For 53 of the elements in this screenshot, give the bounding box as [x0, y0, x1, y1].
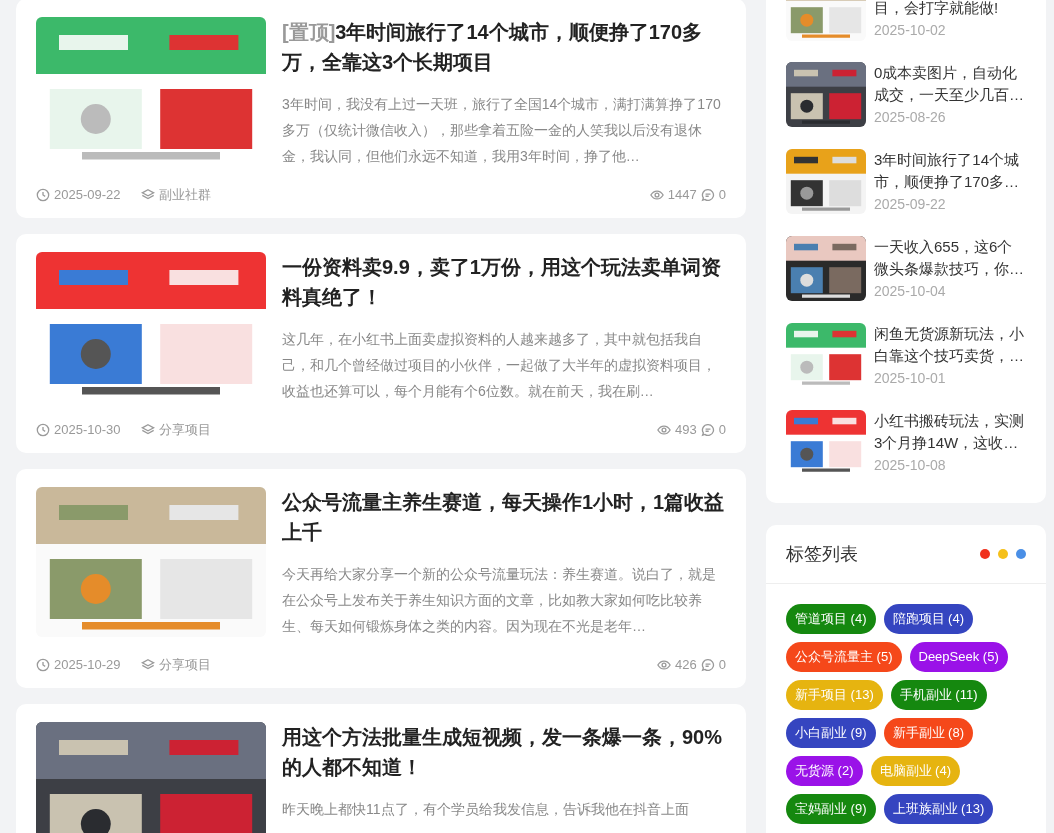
comment-count: 0: [718, 656, 726, 675]
post-excerpt: 3年时间，我没有上过一天班，旅行了全国14个城市，满打满算挣了170多万（仅统计微信收入），那些拿着五险一金的人笑我以后没有退休金，我认同，但他们永远不知道，我用3年时间，挣了他…: [282, 95, 722, 166]
layers-icon: [140, 658, 155, 672]
post-date: 2025-10-30: [54, 421, 121, 440]
recent-post-link[interactable]: 0成本卖图片，自动化成交，一天至少几百…: [874, 62, 1026, 106]
recent-post-date: 2025-10-01: [874, 369, 947, 388]
recent-post-link[interactable]: 3年时间旅行了14个城市，顺便挣了170多…: [874, 149, 1026, 193]
clock-icon: [36, 188, 50, 202]
tag-pill[interactable]: 新手副业 (8): [883, 718, 973, 748]
post-date: 2025-10-29: [54, 656, 121, 675]
tag-pill[interactable]: 管道项目 (4): [786, 604, 876, 634]
tag-pill[interactable]: 无货源 (2): [786, 756, 863, 786]
comment-icon: [700, 423, 715, 437]
tag-pill[interactable]: 公众号流量主 (5): [786, 642, 902, 672]
recent-post-date: 2025-10-08: [874, 456, 947, 475]
recent-post-link[interactable]: 闲鱼无货源新玩法，小白靠这个技巧卖货，…: [874, 323, 1026, 367]
post-title-link[interactable]: 一份资料卖9.9，卖了1万份，用这个玩法卖单词资料真绝了！: [282, 252, 728, 312]
recent-post-date: 2025-09-22: [874, 195, 947, 214]
eye-icon: [657, 658, 672, 672]
clock-icon: [36, 423, 50, 437]
post-title-link[interactable]: 用这个方法批量生成短视频，发一条爆一条，90%的人都不知道！: [282, 722, 728, 782]
comment-count: 0: [718, 421, 726, 440]
eye-icon: [657, 423, 672, 437]
post-date: 2025-09-22: [54, 186, 121, 205]
tag-pill[interactable]: 陪跑项目 (4): [883, 604, 973, 634]
post-excerpt: 昨天晚上都快11点了，有个学员给我发信息，告诉我他在抖音上面: [282, 800, 690, 819]
post-title-link[interactable]: [置顶]3年时间旅行了14个城市，顺便挣了170多万，全靠这3个长期项目: [282, 17, 728, 77]
tag-pill[interactable]: DeepSeek (5): [909, 642, 1008, 672]
recent-post-link[interactable]: 目，会打字就能做!: [874, 0, 1026, 19]
post-excerpt: 这几年，在小红书上面卖虚拟资料的人越来越多了，其中就包括我自己，和几个曾经做过项目的小伙伴，一起做了大半年的虚拟资料项目，收益也还算可以，每个月能有个6位数。就在前天，我在刷…: [282, 330, 717, 401]
tag-pill[interactable]: 手机副业 (11): [890, 680, 987, 710]
comment-count: 0: [718, 186, 726, 205]
recent-post-date: 2025-10-04: [874, 282, 947, 301]
tag-pill[interactable]: 小白副业 (9): [786, 718, 876, 748]
recent-post-link[interactable]: 一天收入655，这6个微头条爆款技巧，你…: [874, 236, 1026, 280]
post-title-link[interactable]: 公众号流量主养生赛道，每天操作1小时，1篇收益上千: [282, 487, 728, 547]
recent-post-link[interactable]: 小红书搬砖玩法，实测3个月挣14W，这收…: [874, 410, 1026, 454]
view-count: 1447: [667, 186, 697, 205]
comment-icon: [700, 188, 715, 202]
recent-post-date: 2025-08-26: [874, 108, 947, 127]
post-excerpt: 今天再给大家分享一个新的公众号流量玩法：养生赛道。说白了，就是在公众号上发布关于养生知识方面的文章，比如教大家如何吃比较养生、每天如何锻炼身体之类的内容。因为现在不光是老年…: [282, 565, 717, 636]
panel-title: 标签列表: [786, 543, 858, 566]
layers-icon: [140, 188, 155, 202]
view-count: 493: [675, 421, 697, 440]
tag-pill[interactable]: 上班族副业 (13): [883, 794, 994, 824]
eye-icon: [649, 188, 664, 202]
tag-pill[interactable]: 宝妈副业 (9): [786, 794, 876, 824]
view-count: 426: [675, 656, 697, 675]
recent-post-date: 2025-10-02: [874, 21, 947, 40]
layers-icon: [140, 423, 155, 437]
clock-icon: [36, 658, 50, 672]
window-dots-icon: [980, 549, 1026, 559]
comment-icon: [700, 658, 715, 672]
